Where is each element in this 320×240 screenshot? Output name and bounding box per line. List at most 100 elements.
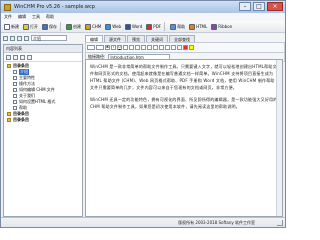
menu-help[interactable]: 帮助 — [43, 14, 57, 20]
underline-icon[interactable]: U — [117, 45, 122, 50]
close-button[interactable]: × — [267, 2, 283, 11]
tab-edit[interactable]: 编辑 — [85, 35, 103, 42]
compile-button[interactable]: 创建 — [65, 22, 82, 32]
tab-preview[interactable]: 预览 — [127, 35, 145, 42]
chm-icon — [85, 23, 91, 30]
web-icon — [105, 23, 112, 30]
page-icon — [13, 88, 17, 92]
save-button[interactable]: 保存 — [41, 22, 58, 32]
ribbon-icon — [211, 23, 218, 30]
app-icon — [4, 3, 11, 11]
outdent-icon[interactable] — [159, 45, 164, 50]
help-icon — [170, 23, 177, 30]
tree-node-label: 目录条目 — [13, 117, 29, 122]
align-left-icon[interactable] — [123, 45, 128, 50]
status-bar: 版权所有 2003-2018 Softany 软件工作室 — [1, 217, 285, 227]
word-icon — [125, 23, 131, 30]
number-list-icon[interactable] — [147, 45, 152, 50]
tree-node[interactable]: 目录条目 — [4, 117, 82, 123]
expand-icon[interactable] — [6, 54, 11, 60]
page-icon — [13, 70, 17, 74]
minimize-button[interactable]: – — [239, 2, 251, 11]
page-icon — [13, 76, 17, 80]
page-icon — [13, 94, 17, 98]
bold-icon[interactable]: B — [105, 45, 110, 50]
app-window: WinCHM Pro v5.26 - sample.wcp – □ × 文件 编… — [0, 0, 286, 228]
html-button[interactable]: HTML — [188, 22, 208, 32]
menu-tools[interactable]: 工具 — [29, 14, 43, 20]
align-center-icon[interactable] — [129, 45, 134, 50]
move-down-icon[interactable] — [24, 35, 29, 41]
topic-title-field[interactable]: 介绍 — [31, 35, 67, 41]
link-icon[interactable] — [165, 45, 170, 50]
table-icon[interactable] — [177, 45, 182, 50]
folder-icon — [7, 112, 11, 116]
pdf-button[interactable]: PDF — [145, 22, 162, 32]
add-folder-icon[interactable] — [20, 54, 25, 60]
contents-panel: 内容列表 目录条目 介绍 主要特性 操作方法 如何编辑 CHM 文件 关于我们 … — [3, 44, 83, 217]
new-icon — [4, 23, 10, 30]
add-page-icon[interactable] — [27, 54, 32, 60]
word-label: Word — [132, 24, 143, 29]
align-right-icon[interactable] — [135, 45, 140, 50]
help-button[interactable]: 帮助 — [169, 22, 186, 32]
open-icon — [23, 23, 29, 30]
move-up-icon[interactable] — [17, 35, 22, 41]
indent-icon[interactable] — [153, 45, 158, 50]
page-icon — [13, 82, 17, 86]
html-label: HTML — [196, 24, 208, 29]
image-icon[interactable] — [171, 45, 176, 50]
editor-paragraph: WinCHM 还具一定的功能特色，拥有可视化的界面、所见即所得的编辑器，是一款功… — [90, 97, 278, 109]
web-button[interactable]: Web — [104, 22, 122, 32]
ribbon-button[interactable]: Ribbon — [210, 22, 233, 32]
tab-source[interactable]: 源文件 — [104, 35, 126, 42]
pdf-icon — [146, 23, 153, 30]
folder-icon — [7, 118, 11, 122]
collapse-icon[interactable] — [13, 54, 18, 60]
main-toolbar: 新建 打开 保存 创建 CHM Web Word PDF 帮助 HTML Rib… — [1, 21, 285, 33]
font-size-select[interactable] — [96, 45, 104, 50]
new-label: 新建 — [11, 23, 19, 29]
font-select[interactable] — [87, 45, 95, 50]
help-label: 帮助 — [177, 23, 186, 29]
italic-icon[interactable]: I — [111, 45, 116, 50]
status-text: 版权所有 2003-2018 Softany 软件工作室 — [178, 220, 255, 225]
tab-find-all[interactable]: 全部查找 — [169, 35, 195, 42]
tab-keywords[interactable]: 关键词 — [146, 35, 168, 42]
title-bar: WinCHM Pro v5.26 - sample.wcp – □ × — [1, 1, 285, 13]
delete-topic-icon[interactable] — [10, 35, 15, 41]
chm-button[interactable]: CHM — [84, 22, 102, 32]
open-label: 打开 — [30, 23, 38, 29]
page-icon — [13, 100, 17, 104]
resize-grip[interactable] — [277, 220, 283, 226]
font-color-icon[interactable] — [183, 45, 188, 50]
editor-content[interactable]: WinCHM 是一款非常简单的帮助文件制作工具。只需要键入文字，就可以轻松地创建… — [85, 59, 283, 217]
save-label: 保存 — [49, 23, 57, 29]
toolbar-separator — [164, 22, 166, 31]
new-button[interactable]: 新建 — [3, 22, 20, 32]
chm-label: CHM — [92, 24, 102, 29]
format-toolbar: B I U — [85, 42, 285, 52]
editor-tabs: 编辑 源文件 预览 关键词 全部查找 — [85, 34, 285, 42]
menu-bar: 文件 编辑 工具 帮助 — [1, 13, 285, 21]
editor-paragraph: WinCHM 是一款非常简单的帮助文件制作工具。只需要键入文字，就可以轻松地创建… — [90, 64, 277, 90]
folder-icon — [7, 64, 11, 68]
menu-file[interactable]: 文件 — [1, 14, 15, 20]
highlight-icon[interactable] — [189, 45, 194, 50]
add-topic-icon[interactable] — [3, 35, 8, 41]
ribbon-label: Ribbon — [218, 24, 233, 29]
menu-edit[interactable]: 编辑 — [15, 14, 29, 20]
editor-pane: 编辑 源文件 预览 关键词 全部查找 B I U 链接路径: Introduct… — [85, 34, 285, 217]
web-label: Web — [112, 24, 121, 29]
page-icon — [13, 106, 17, 110]
bullet-list-icon[interactable] — [141, 45, 146, 50]
window-title: WinCHM Pro v5.26 - sample.wcp — [14, 4, 95, 10]
word-button[interactable]: Word — [124, 22, 143, 32]
pdf-label: PDF — [153, 24, 162, 29]
html-icon — [189, 23, 196, 30]
contents-panel-title: 内容列表 — [4, 45, 82, 53]
editor-scrollbar[interactable] — [276, 60, 282, 216]
toolbar-separator — [60, 22, 61, 31]
maximize-button[interactable]: □ — [253, 2, 265, 11]
open-button[interactable]: 打开 — [22, 22, 39, 32]
